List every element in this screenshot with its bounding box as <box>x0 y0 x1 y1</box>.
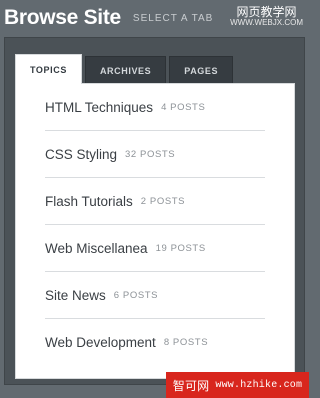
list-item[interactable]: Flash Tutorials 2 POSTS <box>45 178 265 225</box>
tab-content: HTML Techniques 4 POSTS CSS Styling 32 P… <box>15 83 295 379</box>
watermark-bottom-label: 智可网 <box>172 378 210 393</box>
post-count: 8 POSTS <box>163 337 209 348</box>
list-item[interactable]: Site News 6 POSTS <box>45 272 265 319</box>
tab-archives[interactable]: ARCHIVES <box>84 56 167 84</box>
tab-topics[interactable]: TOPICS <box>15 54 82 84</box>
tab-bar: TOPICS ARCHIVES PAGES <box>15 54 236 84</box>
list-item[interactable]: Web Miscellanea 19 POSTS <box>45 225 265 272</box>
tab-panel: TOPICS ARCHIVES PAGES HTML Techniques 4 … <box>4 37 305 385</box>
post-count: 32 POSTS <box>125 148 176 160</box>
page-title: Browse Site <box>4 6 121 29</box>
topic-list: HTML Techniques 4 POSTS CSS Styling 32 P… <box>16 84 294 366</box>
post-count: 2 POSTS <box>140 195 186 207</box>
post-count: 6 POSTS <box>113 289 159 301</box>
topic-name[interactable]: Flash Tutorials <box>45 194 133 209</box>
tab-pages[interactable]: PAGES <box>169 56 234 84</box>
topic-name[interactable]: CSS Styling <box>45 147 117 162</box>
list-item[interactable]: Web Development 8 POSTS <box>45 319 265 366</box>
topic-name[interactable]: Web Miscellanea <box>45 241 148 256</box>
list-item[interactable]: CSS Styling 32 POSTS <box>45 131 265 178</box>
page-subtitle: SELECT A TAB <box>132 13 214 24</box>
post-count: 4 POSTS <box>161 101 206 113</box>
post-count: 19 POSTS <box>155 242 206 254</box>
watermark-bottom: 智可网 www.hzhike.com <box>166 372 309 398</box>
topic-name[interactable]: Web Development <box>45 335 156 350</box>
list-item[interactable]: HTML Techniques 4 POSTS <box>45 84 265 131</box>
watermark-top-line2: WWW.WEBJX.COM <box>230 18 303 28</box>
watermark-bottom-url: www.hzhike.com <box>215 379 303 391</box>
topic-name[interactable]: HTML Techniques <box>45 100 153 115</box>
topic-name[interactable]: Site News <box>45 288 106 303</box>
watermark-top: 网页教学网 WWW.WEBJX.COM <box>230 5 303 28</box>
